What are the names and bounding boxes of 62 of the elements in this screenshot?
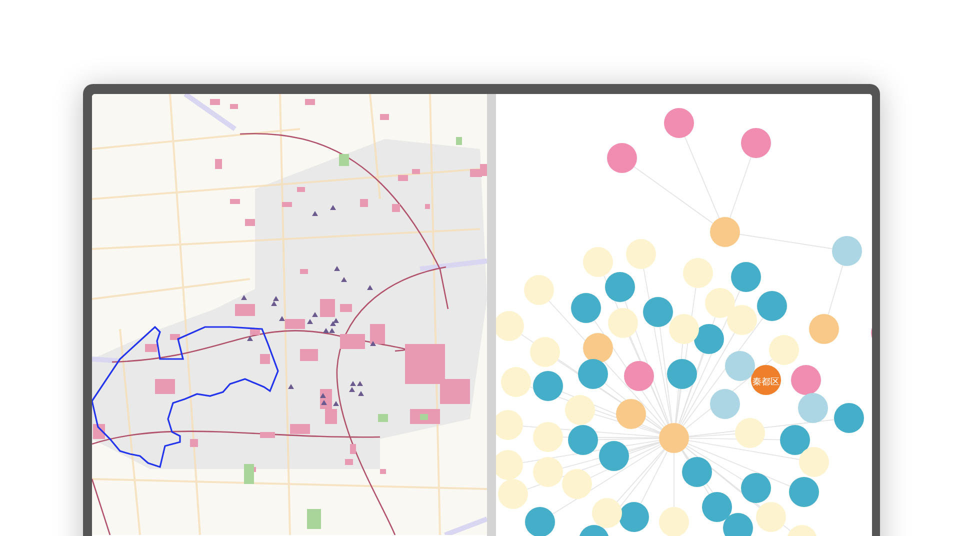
graph-node[interactable] [530,337,560,367]
graph-node[interactable] [592,498,622,528]
graph-node[interactable] [702,492,732,522]
graph-node[interactable] [579,525,609,536]
graph-node[interactable] [667,359,697,389]
graph-node[interactable] [643,297,673,327]
graph-node[interactable] [605,272,635,302]
graph-node[interactable] [659,507,689,536]
graph-node[interactable] [787,525,817,536]
graph-node[interactable] [568,425,598,455]
graph-node[interactable] [583,247,613,277]
graph-node[interactable] [626,239,656,269]
graph-node[interactable] [501,367,531,397]
graph-node[interactable] [683,258,713,288]
graph-node[interactable] [834,403,864,433]
graph-node[interactable] [571,293,601,323]
graph-node[interactable] [533,457,563,487]
graph-node[interactable] [741,128,771,158]
graph-node[interactable] [607,143,637,173]
graph-node[interactable] [727,305,757,335]
graph-node[interactable] [682,457,712,487]
graph-node[interactable] [710,217,740,247]
graph-node[interactable] [533,371,563,401]
graph-node[interactable] [723,513,753,536]
graph-node[interactable] [583,333,613,363]
graph-node[interactable] [496,410,523,440]
graph-node[interactable] [769,335,799,365]
graph-node[interactable] [705,288,735,318]
node-label: 秦都区 [752,378,780,388]
graph-node[interactable] [624,361,654,391]
graph-node[interactable] [525,507,555,536]
graph-node[interactable] [694,324,724,354]
graph-node[interactable] [565,395,595,425]
graph-node[interactable] [496,450,523,480]
graph-node[interactable] [616,399,646,429]
graph-node[interactable] [524,275,554,305]
graph-node[interactable] [533,422,563,452]
graph-node[interactable] [741,473,771,503]
graph-node[interactable] [562,469,592,499]
graph-node[interactable] [498,479,528,509]
graph-node[interactable] [725,351,755,381]
graph-node[interactable] [757,291,787,321]
graph-node[interactable] [799,447,829,477]
graph-node[interactable] [659,423,689,453]
graph-node[interactable] [669,314,699,344]
graph-node[interactable] [496,311,524,341]
graph-node[interactable] [735,418,765,448]
graph-node[interactable] [751,365,781,395]
graph-node[interactable] [798,393,828,423]
graph-node[interactable] [608,308,638,338]
graph-node[interactable] [599,441,629,471]
graph-node[interactable] [578,359,608,389]
graph-node[interactable] [832,236,862,266]
graph-node[interactable] [619,502,649,532]
graph-node[interactable] [756,502,786,532]
graph-node[interactable] [731,262,761,292]
graph-node[interactable] [809,314,839,344]
graph-node[interactable] [780,425,810,455]
graph-node[interactable] [710,389,740,419]
graph-node[interactable] [791,365,821,395]
graph-node[interactable] [789,477,819,507]
graph-node[interactable] [664,108,694,138]
